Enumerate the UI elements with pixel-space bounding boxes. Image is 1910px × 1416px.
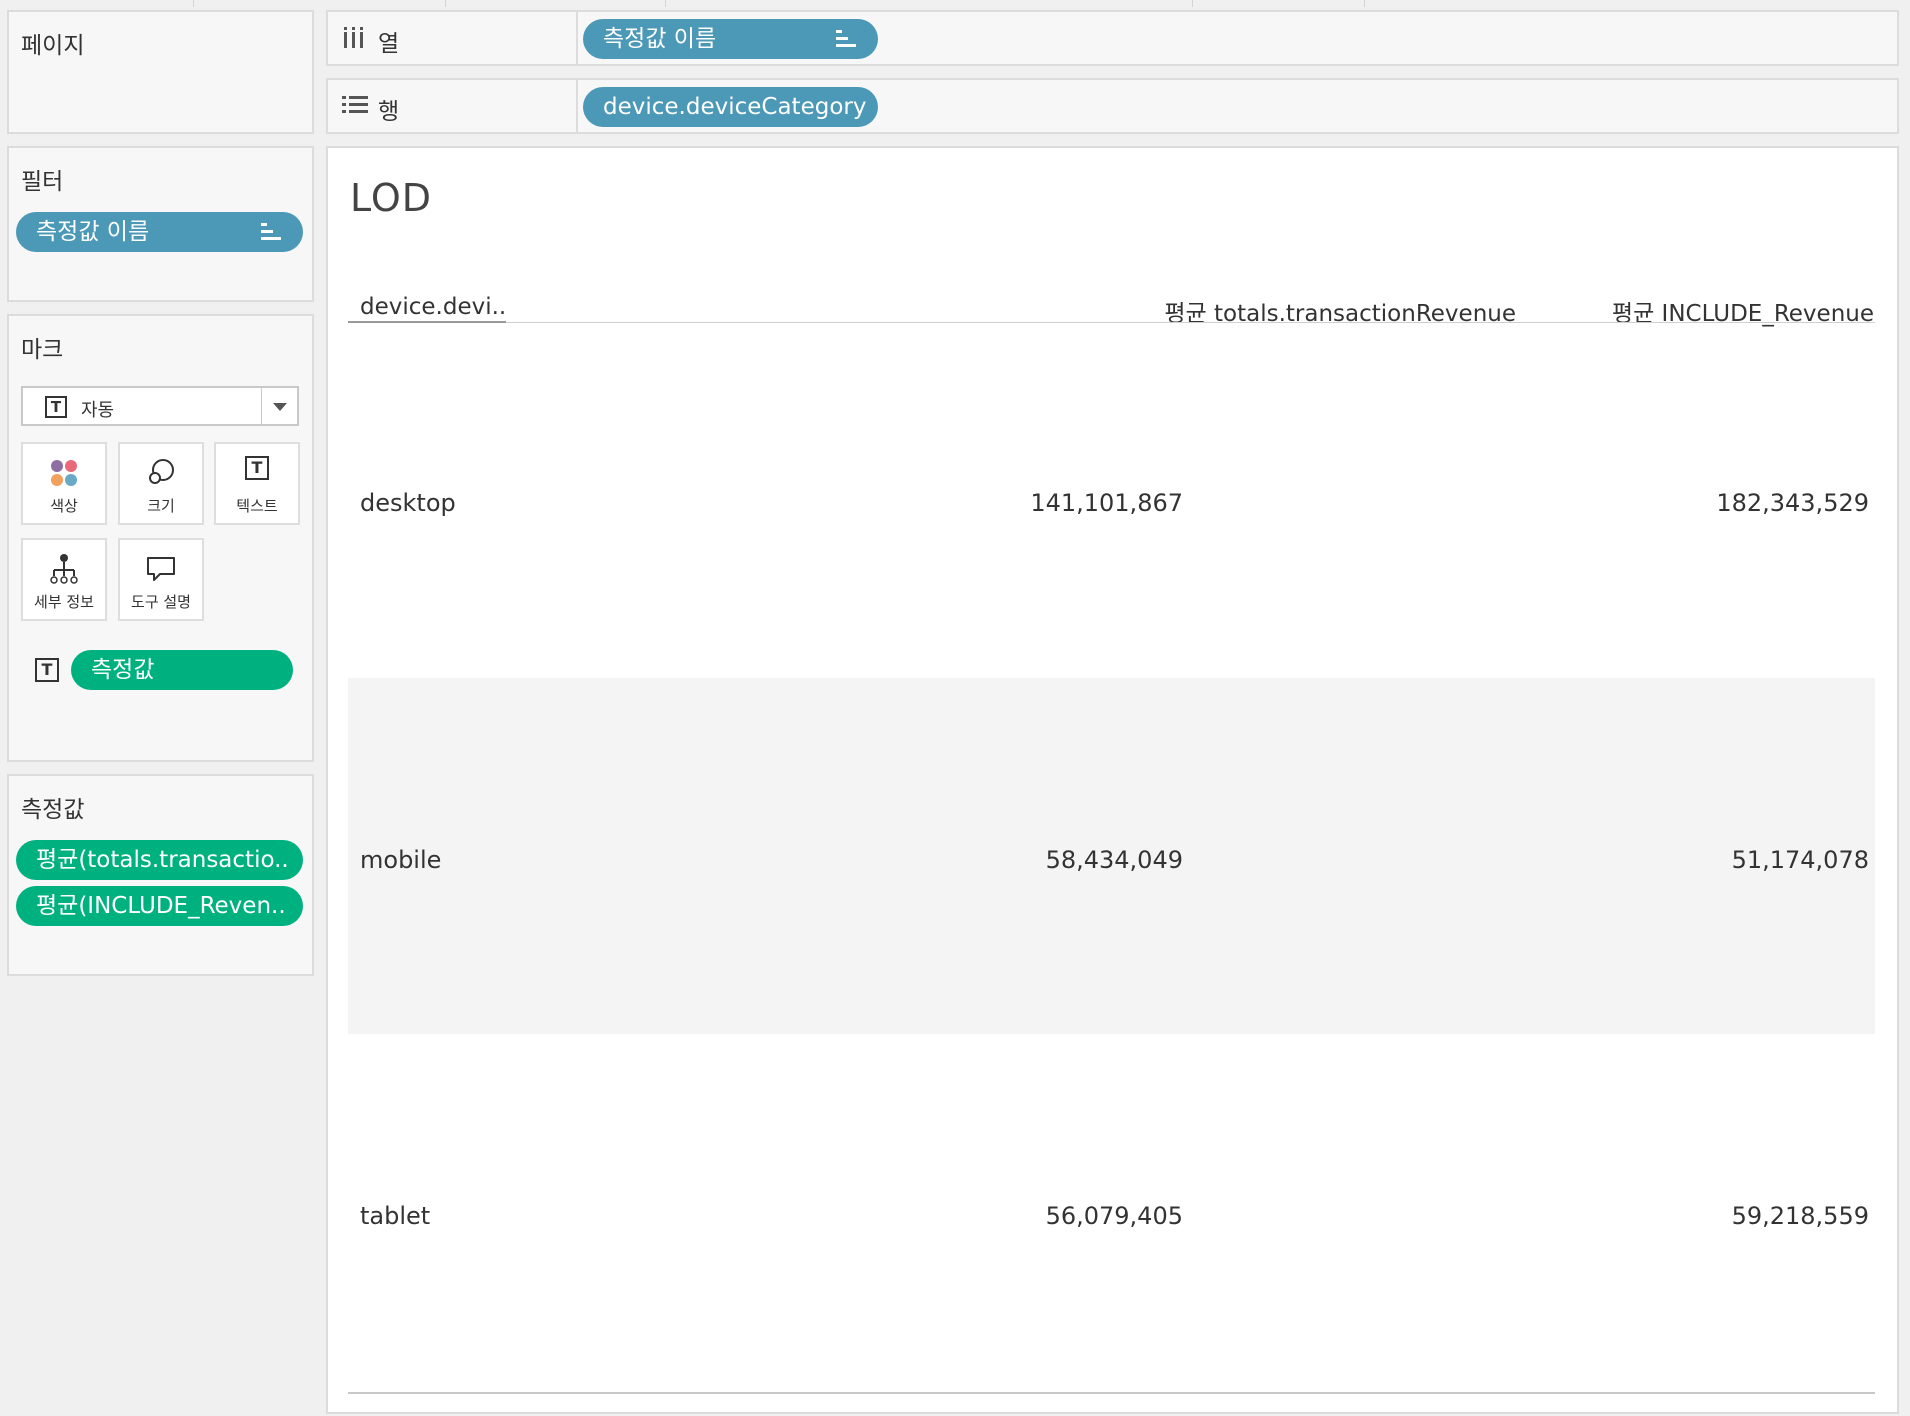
columns-icon (344, 27, 363, 48)
columns-shelf-name: 열 (328, 12, 578, 64)
tooltip-icon (147, 557, 175, 581)
columns-shelf-label: 열 (378, 31, 400, 57)
filter-pill-measure-names[interactable]: 측정값 이름 (16, 212, 303, 252)
pages-title: 페이지 (21, 33, 85, 59)
filters-card[interactable]: 필터 측정값 이름 (7, 146, 314, 302)
pill-label: 측정값 (91, 657, 155, 683)
text-mark-icon: T (45, 396, 67, 418)
marks-tooltip-label: 도구 설명 (131, 593, 191, 611)
table-row[interactable]: desktop 141,101,867 182,343,529 (348, 323, 1875, 678)
text-icon: T (245, 456, 269, 480)
divider (1364, 0, 1365, 7)
pages-card[interactable]: 페이지 (7, 10, 314, 134)
rows-shelf[interactable]: 행 device.deviceCategory (326, 78, 1899, 134)
marks-card: 마크 T 자동 색상 크기 T 텍스트 세부 정보 도구 설명 T 측정값 (7, 314, 314, 762)
row-include-revenue: 51,174,078 (1731, 846, 1869, 874)
marks-text-button[interactable]: T 텍스트 (214, 442, 300, 525)
rows-icon (342, 96, 368, 113)
divider (665, 0, 666, 7)
text-encoding-icon[interactable]: T (35, 658, 59, 682)
top-strip (0, 0, 1910, 8)
marks-text-label: 텍스트 (236, 497, 278, 515)
marks-detail-label: 세부 정보 (34, 593, 94, 611)
marks-title: 마크 (21, 337, 64, 363)
marks-color-button[interactable]: 색상 (21, 442, 107, 525)
table-row[interactable]: mobile 58,434,049 51,174,078 (348, 678, 1875, 1034)
text-pill-measure-values[interactable]: 측정값 (71, 650, 293, 690)
divider (261, 388, 262, 424)
sort-icon (836, 30, 856, 48)
sheet-title: LOD (350, 176, 432, 220)
pill-label: 평균(totals.transactio.. (36, 847, 289, 873)
sort-icon (261, 223, 281, 241)
marks-color-label: 색상 (50, 497, 78, 515)
chevron-down-icon (273, 403, 287, 411)
pill-label: 측정값 이름 (36, 219, 150, 245)
row-include-revenue: 59,218,559 (1731, 1202, 1869, 1230)
row-include-revenue: 182,343,529 (1716, 489, 1869, 517)
divider (193, 0, 194, 7)
marks-detail-button[interactable]: 세부 정보 (21, 538, 107, 621)
pill-label: 평균(INCLUDE_Reven.. (36, 893, 286, 919)
filters-title: 필터 (21, 169, 64, 195)
color-dots-icon (51, 460, 77, 486)
detail-icon (50, 554, 78, 584)
divider (445, 0, 446, 7)
worksheet-view[interactable]: LOD device.devi.. 평균 totals.transactionR… (326, 146, 1899, 1414)
rows-pill-device-category[interactable]: device.deviceCategory (583, 87, 878, 127)
divider (1192, 0, 1193, 7)
pill-label: 측정값 이름 (603, 26, 717, 52)
pill-label: device.deviceCategory (603, 94, 867, 120)
measure-pill-avg-transaction-revenue[interactable]: 평균(totals.transactio.. (16, 840, 303, 880)
measure-values-title: 측정값 (21, 797, 85, 823)
table-bottom-border (348, 1392, 1875, 1394)
rows-shelf-label: 행 (378, 99, 400, 125)
mark-type-dropdown[interactable]: T 자동 (21, 386, 299, 426)
rows-shelf-name: 행 (328, 80, 578, 132)
marks-tooltip-button[interactable]: 도구 설명 (118, 538, 204, 621)
mark-type-label: 자동 (81, 400, 115, 421)
measure-values-card: 측정값 평균(totals.transactio.. 평균(INCLUDE_Re… (7, 774, 314, 976)
marks-size-button[interactable]: 크기 (118, 442, 204, 525)
columns-shelf[interactable]: 열 측정값 이름 (326, 10, 1899, 66)
columns-pill-measure-names[interactable]: 측정값 이름 (583, 19, 878, 59)
marks-size-label: 크기 (147, 497, 175, 515)
measure-pill-avg-include-revenue[interactable]: 평균(INCLUDE_Reven.. (16, 886, 303, 926)
table-row[interactable]: tablet 56,079,405 59,218,559 (348, 1034, 1875, 1390)
size-icon (149, 459, 174, 484)
